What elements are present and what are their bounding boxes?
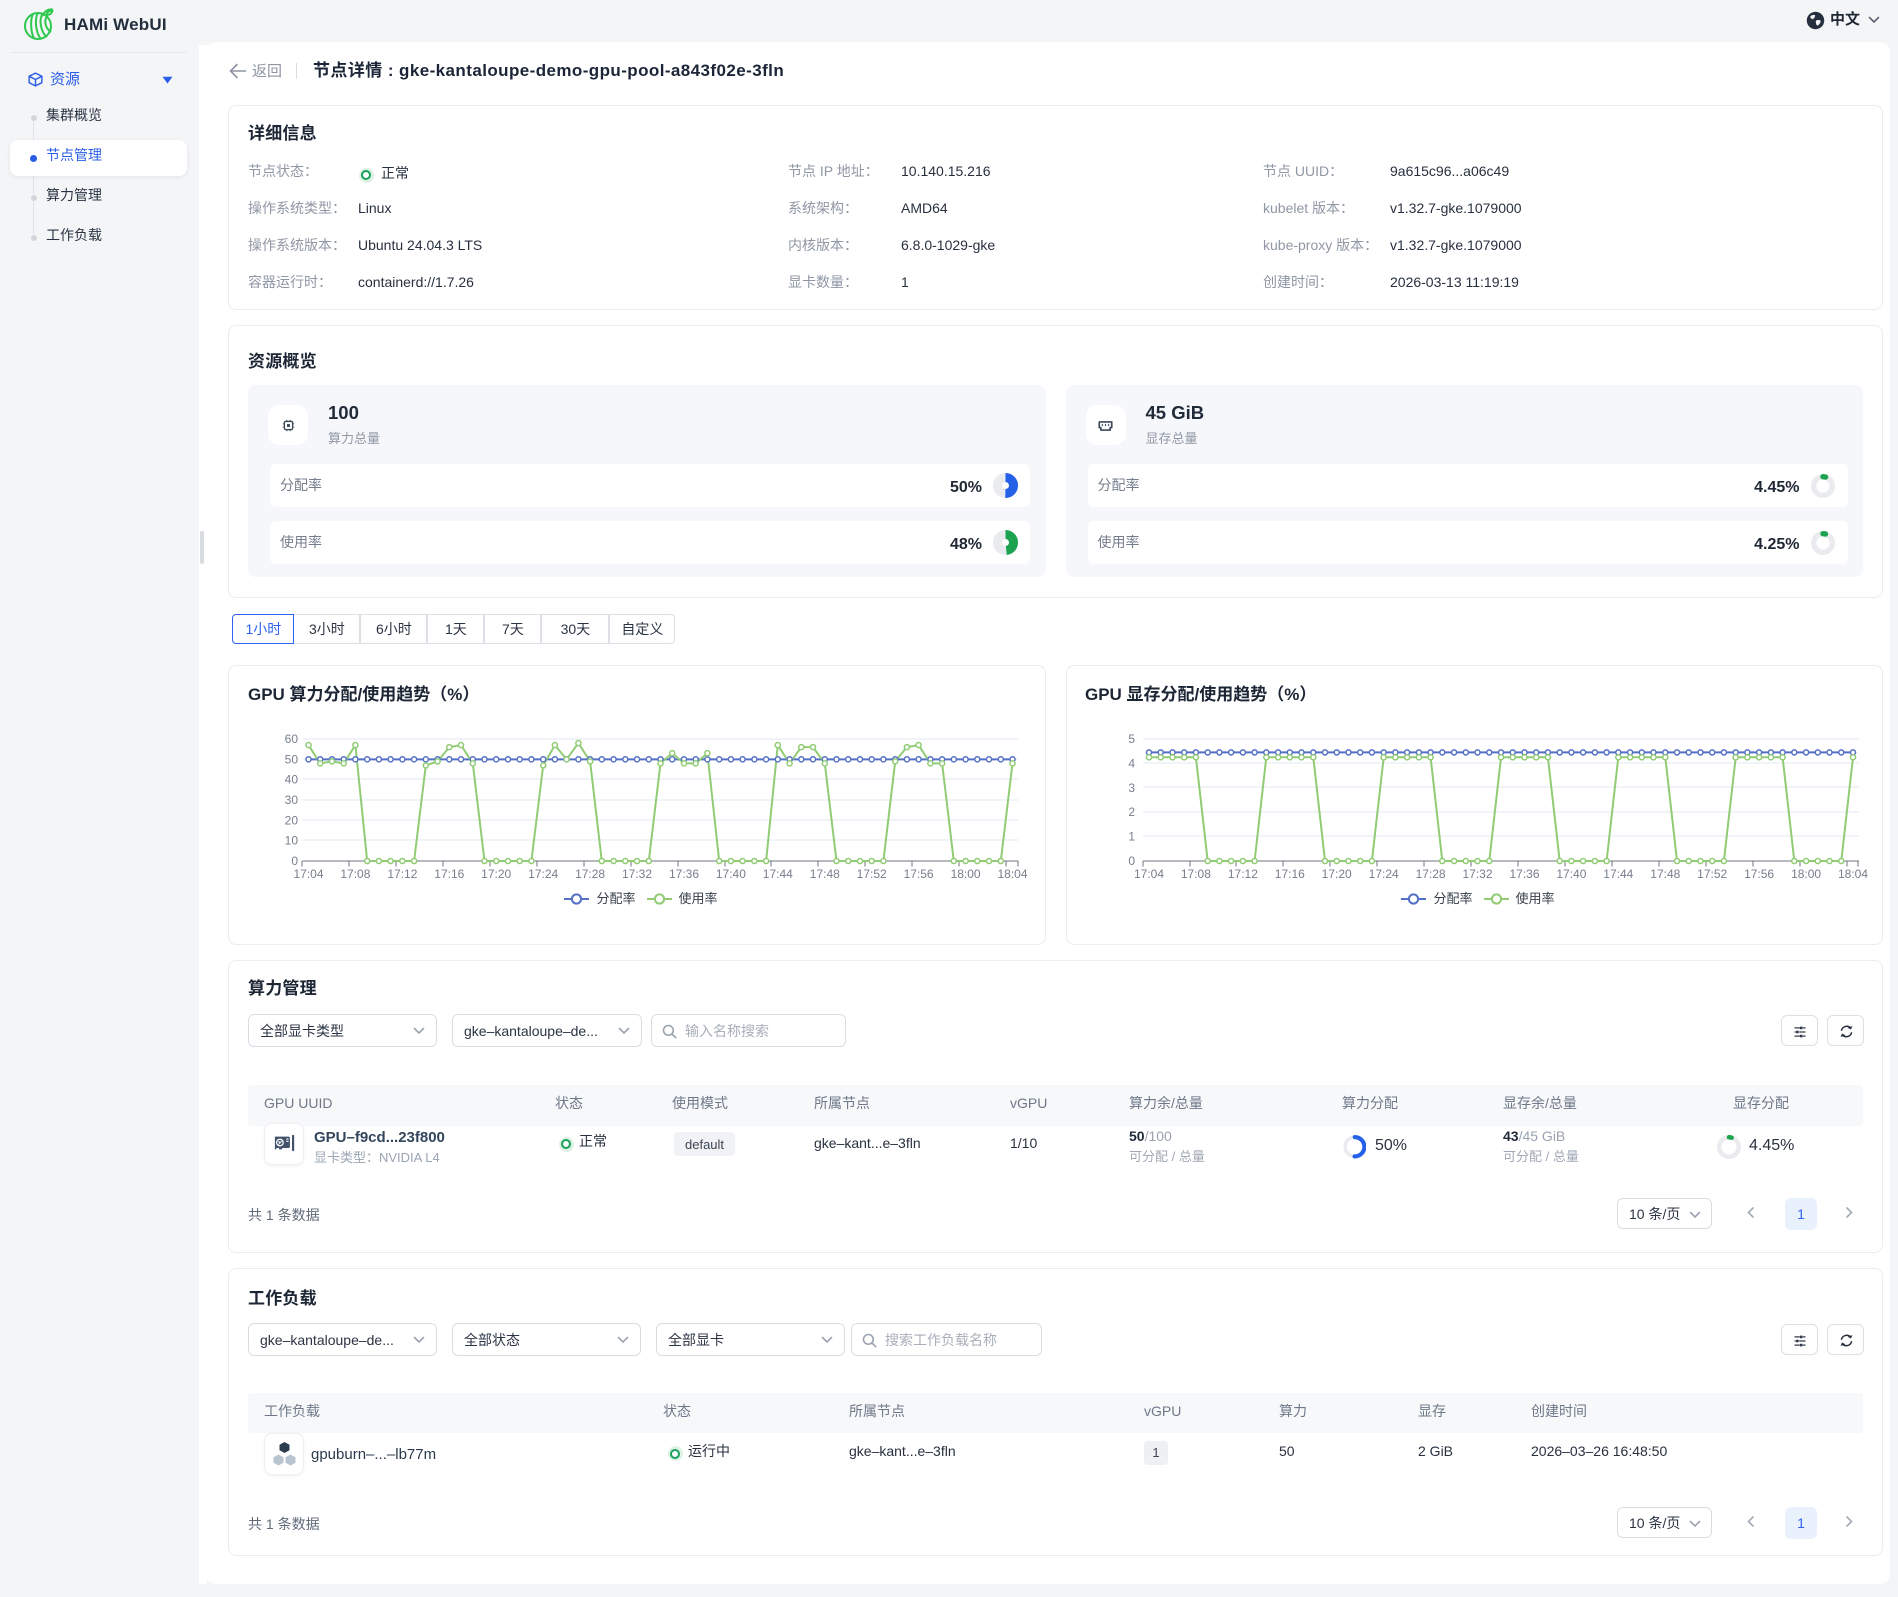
svg-text:1: 1: [1128, 830, 1135, 844]
svg-text:50: 50: [285, 752, 299, 766]
svg-text:18:00: 18:00: [1791, 867, 1821, 881]
svg-text:17:56: 17:56: [904, 867, 934, 881]
svg-text:17:32: 17:32: [622, 867, 652, 881]
svg-text:17:32: 17:32: [1462, 867, 1492, 881]
svg-text:17:52: 17:52: [857, 867, 887, 881]
svg-text:18:04: 18:04: [1838, 867, 1868, 881]
svg-text:17:08: 17:08: [340, 867, 370, 881]
svg-text:17:40: 17:40: [1556, 867, 1586, 881]
svg-text:17:44: 17:44: [1603, 867, 1633, 881]
svg-text:20: 20: [285, 813, 299, 827]
svg-text:17:44: 17:44: [763, 867, 793, 881]
svg-text:17:56: 17:56: [1744, 867, 1774, 881]
svg-text:17:48: 17:48: [1650, 867, 1680, 881]
svg-text:18:00: 18:00: [951, 867, 981, 881]
svg-text:60: 60: [285, 732, 299, 746]
svg-text:17:16: 17:16: [434, 867, 464, 881]
svg-text:5: 5: [1128, 732, 1135, 746]
svg-text:17:20: 17:20: [481, 867, 511, 881]
svg-text:17:12: 17:12: [1228, 867, 1258, 881]
svg-text:17:48: 17:48: [810, 867, 840, 881]
svg-text:17:28: 17:28: [575, 867, 605, 881]
svg-text:17:04: 17:04: [1134, 867, 1164, 881]
svg-text:40: 40: [285, 773, 299, 787]
svg-text:17:04: 17:04: [293, 867, 323, 881]
svg-text:30: 30: [285, 793, 299, 807]
svg-text:0: 0: [291, 854, 298, 868]
svg-text:17:24: 17:24: [1369, 867, 1399, 881]
svg-text:0: 0: [1128, 854, 1135, 868]
svg-text:4: 4: [1128, 756, 1135, 770]
svg-text:17:52: 17:52: [1697, 867, 1727, 881]
svg-text:17:36: 17:36: [669, 867, 699, 881]
svg-text:10: 10: [285, 834, 299, 848]
svg-text:17:16: 17:16: [1275, 867, 1305, 881]
svg-text:17:08: 17:08: [1181, 867, 1211, 881]
svg-text:17:36: 17:36: [1509, 867, 1539, 881]
svg-text:17:28: 17:28: [1416, 867, 1446, 881]
svg-text:17:24: 17:24: [528, 867, 558, 881]
svg-text:17:40: 17:40: [716, 867, 746, 881]
svg-text:17:20: 17:20: [1322, 867, 1352, 881]
svg-text:2: 2: [1128, 805, 1135, 819]
svg-text:3: 3: [1128, 781, 1135, 795]
svg-text:17:12: 17:12: [387, 867, 417, 881]
svg-text:18:04: 18:04: [997, 867, 1027, 881]
